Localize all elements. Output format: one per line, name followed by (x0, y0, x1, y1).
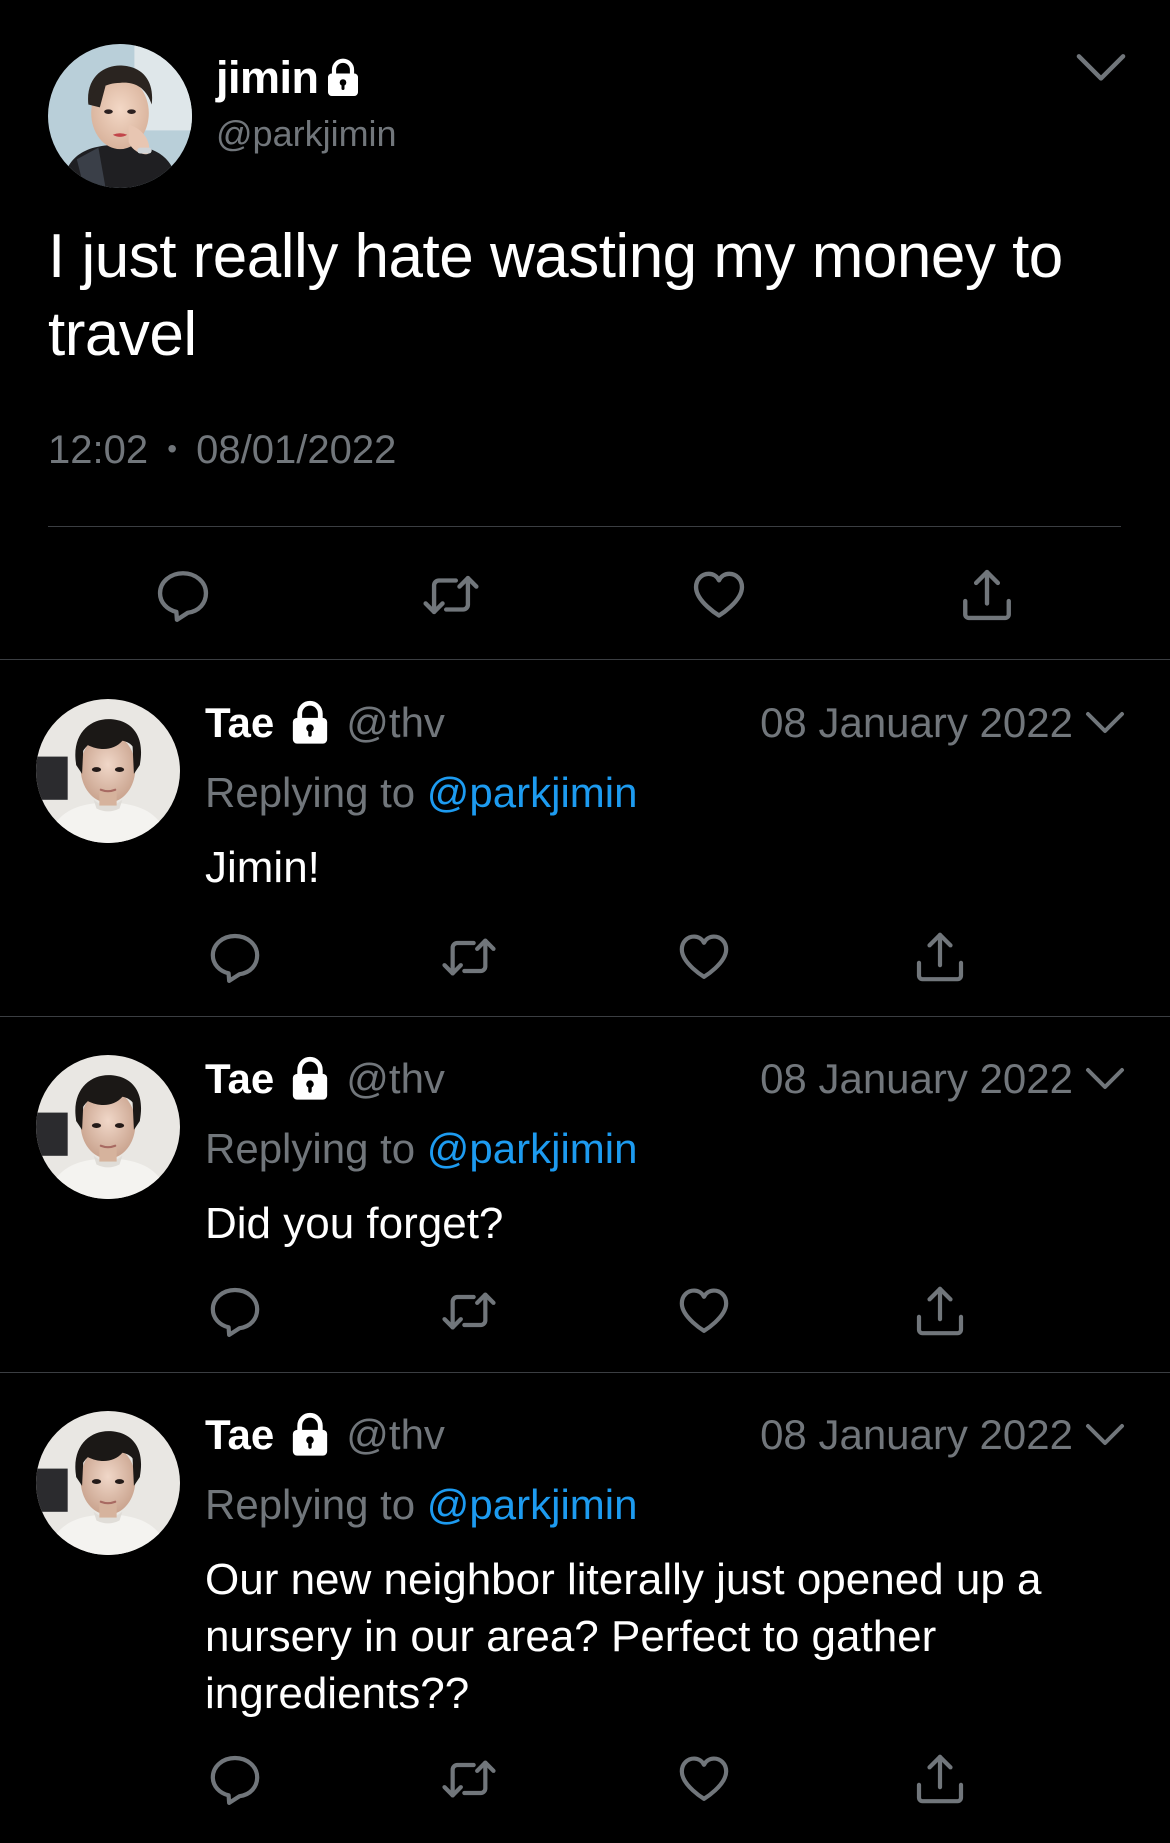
retweet-icon[interactable] (441, 1283, 497, 1339)
replying-to-label: Replying to (205, 1481, 416, 1528)
share-icon[interactable] (912, 1751, 968, 1807)
retweet-icon[interactable] (441, 1751, 497, 1807)
reply-header: Tae @thv (205, 695, 445, 751)
retweet-icon[interactable] (441, 929, 497, 985)
tweet-text: Our new neighbor literally just opened u… (205, 1555, 1042, 1718)
tweet-date: 08/01/2022 (196, 428, 397, 472)
mention-link[interactable]: @parkjimin (427, 769, 638, 816)
lock-icon (288, 1411, 332, 1459)
heart-icon[interactable] (676, 1283, 732, 1339)
reply-tweet[interactable]: Tae @thv 08 January 2022 Replying to @pa… (0, 1017, 1170, 1373)
replying-to: Replying to @parkjimin (205, 1481, 637, 1529)
author-display-name[interactable]: Tae (205, 1411, 274, 1459)
chevron-down-icon[interactable] (1085, 709, 1125, 737)
replying-to-label: Replying to (205, 769, 416, 816)
reply-date[interactable]: 08 January 2022 (760, 695, 1073, 751)
reply-tweet[interactable]: Tae @thv 08 January 2022 Replying to @pa… (0, 661, 1170, 1017)
avatar[interactable] (36, 1055, 180, 1199)
author-handle[interactable]: @parkjimin (216, 113, 397, 155)
reply-tweet[interactable]: Tae @thv 08 January 2022 Replying to @pa… (0, 1373, 1170, 1843)
tweet-timestamp[interactable]: 12:02 • 08/01/2022 (48, 428, 396, 473)
avatar[interactable] (36, 699, 180, 843)
replying-to-label: Replying to (205, 1125, 416, 1172)
tweet-time: 12:02 (48, 428, 149, 472)
author-display-name[interactable]: Tae (205, 1055, 274, 1103)
main-tweet: jimin @parkjimin I just really hate wast… (0, 0, 1170, 660)
replying-to: Replying to @parkjimin (205, 769, 637, 817)
chevron-down-icon[interactable] (1085, 1065, 1125, 1093)
reply-date[interactable]: 08 January 2022 (760, 1051, 1073, 1107)
reply-date[interactable]: 08 January 2022 (760, 1407, 1073, 1463)
author-name-row: jimin (216, 48, 361, 108)
tweet-actions (0, 560, 1170, 630)
heart-icon[interactable] (676, 929, 732, 985)
reply-header: Tae @thv (205, 1051, 445, 1107)
share-icon[interactable] (958, 566, 1016, 624)
tweet-text: Did you forget? (205, 1199, 504, 1248)
author-display-name[interactable]: jimin (216, 52, 319, 104)
heart-icon[interactable] (690, 566, 748, 624)
reply-icon[interactable] (207, 1283, 263, 1339)
lock-icon (325, 56, 361, 100)
retweet-icon[interactable] (422, 566, 480, 624)
share-icon[interactable] (912, 1283, 968, 1339)
author-handle[interactable]: @thv (346, 1055, 445, 1103)
share-icon[interactable] (912, 929, 968, 985)
mention-link[interactable]: @parkjimin (427, 1481, 638, 1528)
replying-to: Replying to @parkjimin (205, 1125, 637, 1173)
reply-header: Tae @thv (205, 1407, 445, 1463)
tweet-text: I just really hate wasting my money to t… (48, 222, 1063, 369)
lock-icon (288, 1055, 332, 1103)
avatar[interactable] (36, 1411, 180, 1555)
author-handle[interactable]: @thv (346, 699, 445, 747)
lock-icon (288, 699, 332, 747)
divider (48, 526, 1121, 527)
reply-icon[interactable] (207, 929, 263, 985)
chevron-down-icon[interactable] (1075, 50, 1127, 86)
chevron-down-icon[interactable] (1085, 1421, 1125, 1449)
avatar[interactable] (48, 44, 192, 188)
tweet-text: Jimin! (205, 843, 320, 892)
heart-icon[interactable] (676, 1751, 732, 1807)
reply-icon[interactable] (154, 566, 212, 624)
meta-separator: • (167, 433, 178, 464)
mention-link[interactable]: @parkjimin (427, 1125, 638, 1172)
author-handle[interactable]: @thv (346, 1411, 445, 1459)
author-display-name[interactable]: Tae (205, 699, 274, 747)
reply-icon[interactable] (207, 1751, 263, 1807)
